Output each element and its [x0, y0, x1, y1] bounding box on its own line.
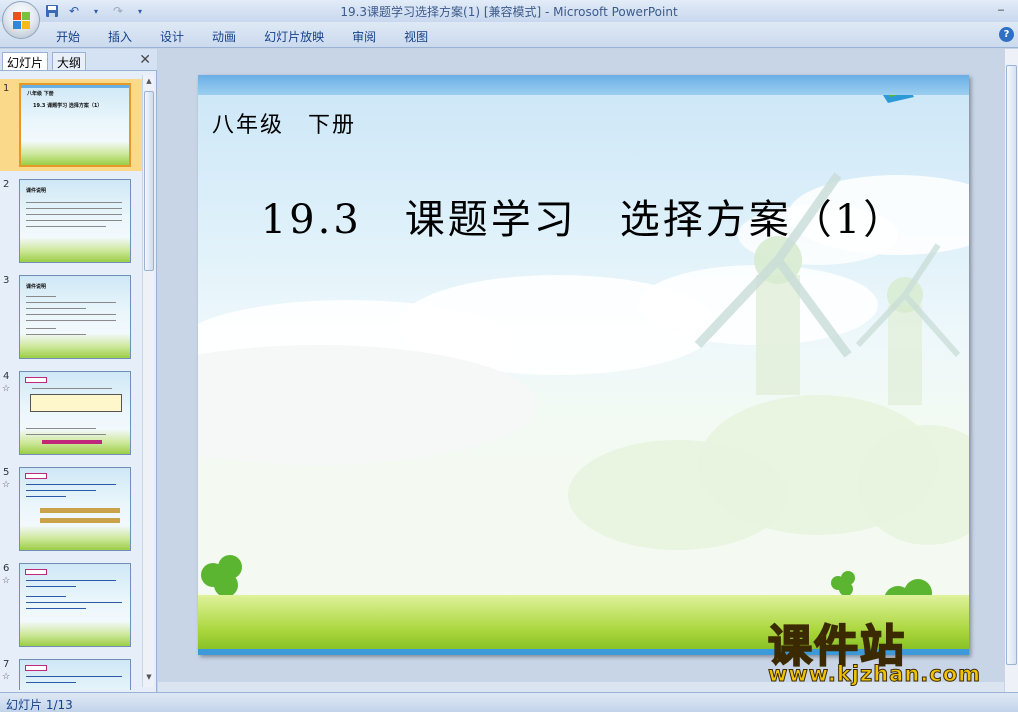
slide-scrollbar[interactable] [1004, 49, 1018, 692]
window-controls: ‒ [988, 0, 1014, 20]
slide-thumbnail-3[interactable]: 3 课件说明 [0, 271, 142, 363]
slide-number: 3 [3, 275, 10, 286]
slide-thumbnail-1[interactable]: 1 八年级 下册 19.3 课题学习 选择方案（1） [0, 79, 142, 171]
animation-star-icon: ☆ [2, 576, 11, 586]
tab-design[interactable]: 设计 [146, 26, 198, 47]
title-bar: ↶ ▾ ↷ ▾ 19.3课题学习选择方案(1) [兼容模式] - Microso… [0, 0, 1018, 22]
slide-number: 2 [3, 179, 10, 190]
close-icon[interactable]: ✕ [139, 52, 151, 68]
slide-top-bar [198, 75, 969, 95]
animation-star-icon: ☆ [2, 672, 11, 682]
thumbnail-label: 八年级 下册 [27, 91, 54, 97]
window-title: 19.3课题学习选择方案(1) [兼容模式] - Microsoft Power… [340, 5, 678, 19]
slide-thumbnail-5[interactable]: 5 ☆ [0, 463, 142, 555]
animation-star-icon: ☆ [2, 384, 11, 394]
minimize-icon[interactable]: ‒ [988, 0, 1014, 18]
scroll-up-icon[interactable]: ▲ [144, 77, 154, 89]
grade-label: 八年级 下册 [212, 113, 357, 138]
slide-number: 4 [3, 371, 10, 382]
tab-review[interactable]: 审阅 [338, 26, 390, 47]
slide-thumbnail-6[interactable]: 6 ☆ [0, 559, 142, 651]
help-icon[interactable]: ? [999, 27, 1014, 42]
pane-tabs: 幻灯片 大纲 ✕ [0, 49, 157, 71]
tab-slides[interactable]: 幻灯片 [2, 52, 49, 70]
slide-number: 6 [3, 563, 10, 574]
slide-editor: 八年级 下册 19.3 课题学习 选择方案（1） [158, 49, 1004, 692]
thumbnail-preview: 课件说明 [19, 179, 131, 263]
thumbnail-preview [19, 659, 131, 690]
office-logo-icon [13, 12, 31, 30]
status-bar: 幻灯片 1/13 [0, 692, 1018, 712]
thumbnail-preview [19, 467, 131, 551]
lesson-title: 19.3 课题学习 选择方案（1） [260, 197, 907, 243]
ribbon-tabs: 开始 插入 设计 动画 幻灯片放映 审阅 视图 [42, 26, 442, 47]
slide-number: 7 [3, 659, 10, 670]
thumbnail-title: 课件说明 [26, 284, 47, 290]
slide-number: 5 [3, 467, 10, 478]
slide-thumbnail-4[interactable]: 4 ☆ [0, 367, 142, 459]
thumbnail-list: 1 八年级 下册 19.3 课题学习 选择方案（1） 2 课件说明 3 课件说明 [0, 75, 142, 690]
tab-home[interactable]: 开始 [42, 26, 94, 47]
thumbnail-preview: 八年级 下册 19.3 课题学习 选择方案（1） [19, 83, 131, 167]
ribbon: 开始 插入 设计 动画 幻灯片放映 审阅 视图 ? [0, 22, 1018, 48]
tab-outline[interactable]: 大纲 [52, 52, 87, 70]
watermark-url: www.kjzhan.com [767, 662, 982, 687]
scroll-down-icon[interactable]: ▼ [144, 673, 154, 685]
office-button[interactable] [2, 1, 40, 39]
watermark: 课件站 www.kjzhan.com [760, 610, 1010, 692]
thumbnail-preview [19, 563, 131, 647]
thumbnail-preview: 课件说明 [19, 275, 131, 359]
animation-star-icon: ☆ [2, 480, 11, 490]
thumbnail-title: 19.3 课题学习 选择方案（1） [33, 103, 103, 109]
tab-insert[interactable]: 插入 [94, 26, 146, 47]
slide-canvas[interactable]: 八年级 下册 19.3 课题学习 选择方案（1） [198, 75, 969, 655]
thumbnail-title: 课件说明 [26, 188, 47, 194]
slides-pane: 幻灯片 大纲 ✕ 1 八年级 下册 19.3 课题学习 选择方案（1） 2 课件… [0, 49, 157, 692]
slide-thumbnail-7[interactable]: 7 ☆ [0, 655, 142, 690]
background-illustration [198, 75, 969, 627]
slide-number: 1 [3, 83, 10, 94]
thumbnail-scrollbar[interactable]: ▲ ▼ [142, 75, 154, 687]
tab-slide-show[interactable]: 幻灯片放映 [250, 26, 338, 47]
tab-view[interactable]: 视图 [390, 26, 442, 47]
slide-thumbnail-2[interactable]: 2 课件说明 [0, 175, 142, 267]
scrollbar-thumb[interactable] [1006, 65, 1017, 665]
thumbnail-preview [19, 371, 131, 455]
tab-animations[interactable]: 动画 [198, 26, 250, 47]
scrollbar-thumb[interactable] [144, 91, 154, 271]
slide-counter: 幻灯片 1/13 [6, 698, 73, 712]
